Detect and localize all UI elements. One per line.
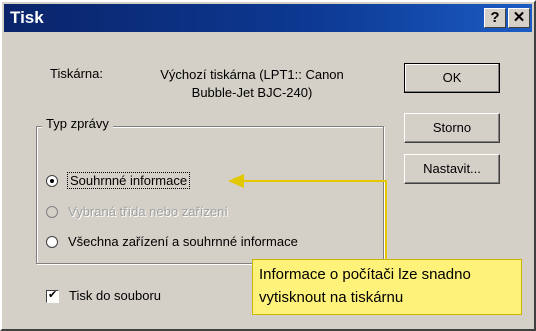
report-type-title: Typ zprávy — [42, 116, 113, 131]
radio-all-devices-label: Všechna zařízení a souhrnné informace — [68, 234, 298, 250]
printer-value-line1: Výchozí tiskárna (LPT1:: Canon — [160, 67, 344, 82]
cancel-button[interactable]: Storno — [404, 113, 500, 143]
print-to-file-label: Tisk do souboru — [69, 288, 162, 303]
print-to-file-checkbox[interactable] — [46, 288, 59, 304]
radio-selected-class-label: Vybraná třída nebo zařízení — [68, 204, 228, 220]
ok-button[interactable]: OK — [404, 63, 500, 93]
printer-value: Výchozí tiskárna (LPT1:: Canon Bubble-Je… — [122, 66, 382, 102]
radio-summary-label: Souhrnné informace — [66, 172, 191, 190]
close-button[interactable]: ✕ — [508, 8, 530, 28]
annotation-line1: Informace o počítači lze snadno — [259, 266, 471, 283]
title-bar: Tisk ? ✕ — [4, 4, 532, 32]
radio-button-selected[interactable] — [46, 174, 58, 187]
settings-button[interactable]: Nastavit... — [404, 154, 500, 184]
window-title: Tisk — [10, 8, 44, 27]
annotation-line2: vytisknout na tiskárnu — [259, 289, 404, 306]
printer-value-line2: Bubble-Jet BJC-240) — [191, 85, 313, 100]
radio-button[interactable] — [46, 235, 58, 248]
help-button[interactable]: ? — [484, 8, 506, 28]
printer-label: Tiskárna: — [50, 66, 103, 81]
annotation-callout: Informace o počítači lze snadno vytiskno… — [252, 259, 522, 315]
radio-button-disabled — [46, 205, 58, 218]
radio-selected-class: Vybraná třída nebo zařízení — [46, 203, 228, 223]
radio-summary[interactable]: Souhrnné informace — [46, 172, 191, 192]
radio-all-devices[interactable]: Všechna zařízení a souhrnné informace — [46, 233, 298, 253]
print-to-file-option[interactable]: Tisk do souboru — [46, 288, 162, 304]
